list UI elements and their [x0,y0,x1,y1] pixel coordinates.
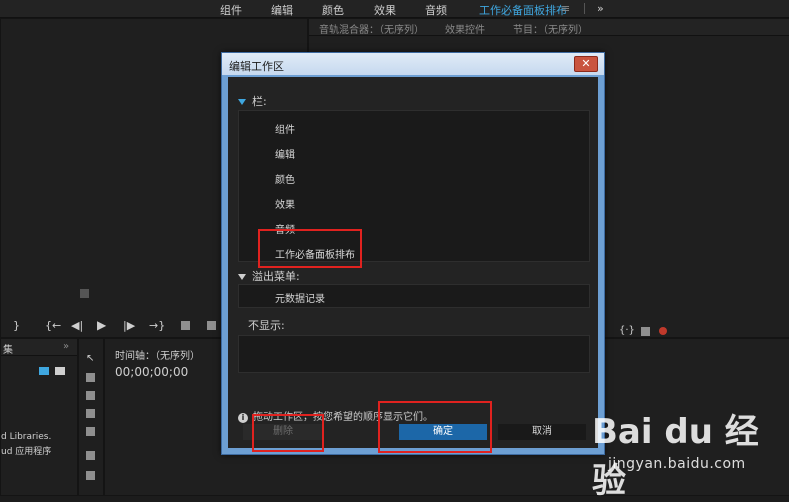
bar-section-label: 栏: [252,95,267,108]
dialog-body: 栏: 组件 编辑 颜色 效果 音频 工作必备面板排布 溢出菜单: 元数据记录 不… [228,77,598,453]
list-item[interactable]: 颜色 [275,171,295,186]
tab-libraries[interactable]: 集 [3,341,13,356]
pen-icon[interactable] [86,451,95,460]
watermark: Bai du 经验 jingyan.baidu.com [592,404,782,501]
razor-icon[interactable] [86,409,95,418]
record-icon[interactable] [659,327,667,335]
workspace-overflow-icon[interactable]: » [597,2,604,15]
ripple-edit-icon[interactable] [86,391,95,400]
libraries-panel: 集 » d Libraries. ud 应用程序 [0,338,78,496]
workspace-tab-audio[interactable]: 音频 [425,2,447,18]
tab-program[interactable]: 节目：（无序列） [513,21,588,36]
list-item[interactable]: 元数据记录 [275,290,325,305]
workspace-bar: 组件 编辑 颜色 效果 音频 工作必备面板排布 ≡ » [0,0,789,21]
selection-tool-icon[interactable]: ↖ [86,353,94,364]
workspace-tab-edit[interactable]: 编辑 [271,2,293,18]
highlight-box [378,401,492,453]
highlight-box [252,414,324,452]
panel-tab-strip: 音轨混合器：（无序列） 效果控件 节目：（无序列） [309,19,789,36]
workspace-menu-icon[interactable]: ≡ [561,2,570,15]
libraries-text-2: ud 应用程序 [1,447,52,457]
list-view-icon[interactable] [55,367,65,375]
watermark-url: jingyan.baidu.com [608,456,746,472]
panel-tab-strip: 集 » [1,339,77,356]
expand-triangle-icon [238,99,246,105]
step-forward-icon[interactable]: |▶ [123,319,135,332]
hidden-list [238,335,590,373]
workspace-tab-components[interactable]: 组件 [220,2,242,18]
tab-effect-controls[interactable]: 效果控件 [445,21,485,36]
overflow-list: 元数据记录 [238,284,590,308]
list-item[interactable]: 组件 [275,121,295,136]
timeline-timecode[interactable]: 00;00;00;00 [115,365,188,379]
workspace-tab-effects[interactable]: 效果 [374,2,396,18]
overflow-section-header[interactable]: 溢出菜单: [238,268,300,284]
dialog-titlebar[interactable]: 编辑工作区 ✕ [222,53,604,75]
slip-icon[interactable] [86,427,95,436]
edit-workspaces-dialog: 编辑工作区 ✕ 栏: 组件 编辑 颜色 效果 音频 工作必备面板排布 溢出菜单:… [221,52,605,455]
workspace-tab-color[interactable]: 颜色 [322,2,344,18]
expand-triangle-icon [238,274,246,280]
list-item[interactable]: 效果 [275,196,295,211]
dialog-title: 编辑工作区 [229,60,284,73]
go-in-icon[interactable]: {← [45,319,61,332]
watermark-logo: Bai du 经验 [592,412,759,501]
go-out-icon[interactable]: →} [149,319,165,332]
bracket-icon[interactable]: } [13,319,20,332]
hand-icon[interactable] [86,471,95,480]
tab-timeline[interactable]: 时间轴：（无序列） [115,347,200,362]
divider [584,3,585,14]
bar-section-header[interactable]: 栏: [238,93,267,109]
highlight-box [258,229,362,268]
cancel-button[interactable]: 取消 [498,424,586,440]
export-frame-icon[interactable] [641,327,650,336]
workspace-tab-essentials[interactable]: 工作必备面板排布 [479,2,567,21]
play-icon[interactable]: ▶ [97,318,106,332]
list-item[interactable]: 编辑 [275,146,295,161]
panel-overflow-icon[interactable]: » [63,341,69,352]
tools-panel: ↖ [78,338,104,496]
insert-icon[interactable]: {·} [619,325,635,336]
drag-icon[interactable] [80,289,89,298]
info-icon: i [238,413,248,423]
hidden-section-header: 不显示: [248,319,285,332]
insert-icon[interactable] [181,321,190,330]
overwrite-icon[interactable] [207,321,216,330]
close-icon: ✕ [581,57,591,70]
close-button[interactable]: ✕ [574,56,598,72]
step-back-icon[interactable]: ◀| [71,319,83,332]
libraries-text-1: d Libraries. [1,432,52,442]
grid-view-icon[interactable] [39,367,49,375]
track-select-icon[interactable] [86,373,95,382]
overflow-section-label: 溢出菜单: [252,270,300,283]
tab-audio-mixer[interactable]: 音轨混合器：（无序列） [319,21,424,36]
